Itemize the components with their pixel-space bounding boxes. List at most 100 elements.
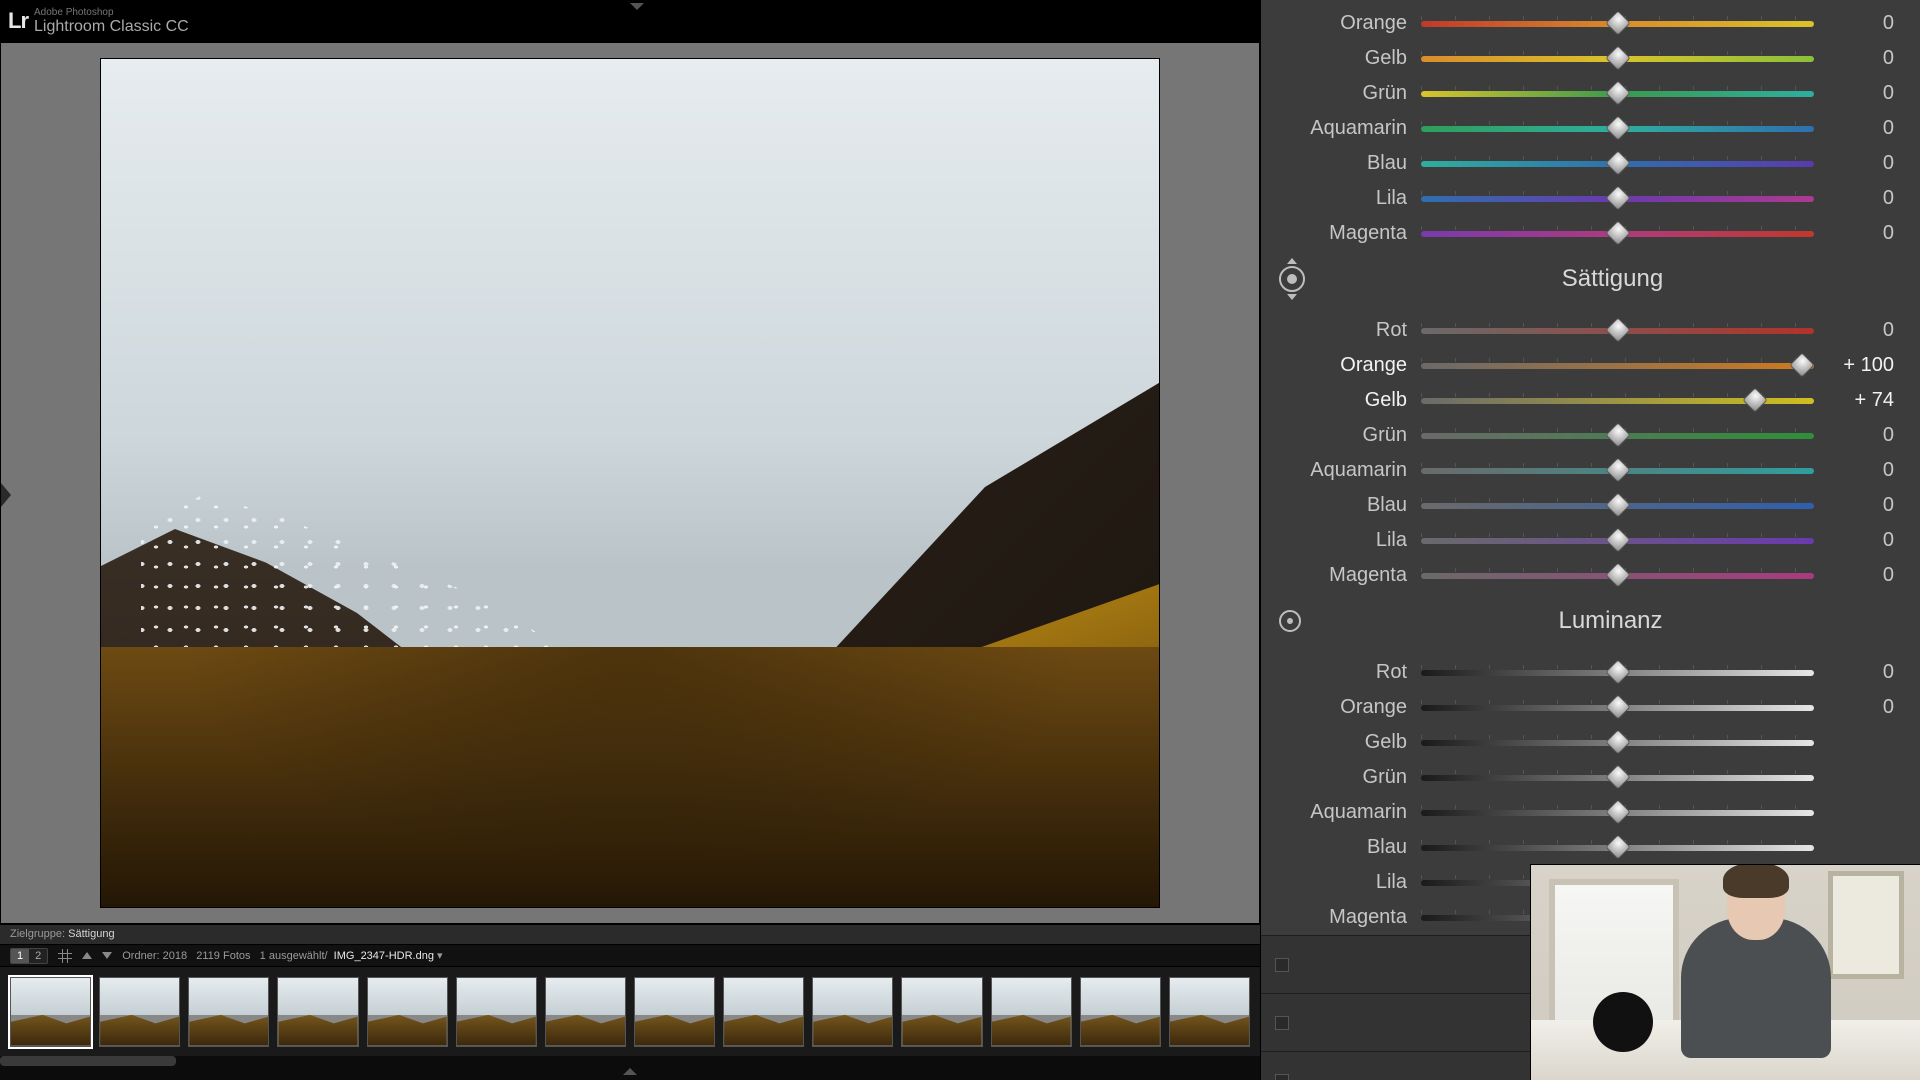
image-canvas[interactable] <box>0 42 1260 924</box>
slider-value[interactable]: 0 <box>1814 494 1894 517</box>
slider-thumb[interactable] <box>1605 422 1630 447</box>
slider-thumb[interactable] <box>1605 799 1630 824</box>
slider-value[interactable]: 0 <box>1814 222 1894 245</box>
slider-value[interactable]: 0 <box>1814 319 1894 342</box>
filmstrip-scrollbar[interactable] <box>0 1056 1260 1066</box>
slider-thumb[interactable] <box>1605 185 1630 210</box>
slider-thumb[interactable] <box>1605 115 1630 140</box>
slider-value[interactable]: 0 <box>1814 529 1894 552</box>
saturation-slider-orange: Orange+ 100 <box>1261 348 1920 383</box>
slider-value[interactable]: 0 <box>1814 661 1894 684</box>
slider-track[interactable] <box>1421 328 1814 334</box>
view-seg-2[interactable]: 2 <box>29 949 47 963</box>
slider-track[interactable] <box>1421 21 1814 27</box>
slider-thumb[interactable] <box>1605 659 1630 684</box>
filmstrip-thumb[interactable] <box>10 977 91 1047</box>
filmstrip-thumb[interactable] <box>1169 977 1250 1047</box>
slider-track[interactable] <box>1421 363 1814 369</box>
filmstrip-thumb[interactable] <box>723 977 804 1047</box>
bottom-panel-collapse-icon[interactable] <box>0 1066 1260 1080</box>
grid-view-icon[interactable] <box>58 949 72 963</box>
filmstrip-thumb[interactable] <box>1080 977 1161 1047</box>
slider-thumb[interactable] <box>1605 562 1630 587</box>
slider-thumb[interactable] <box>1605 729 1630 754</box>
view-seg-1[interactable]: 1 <box>11 949 29 963</box>
slider-thumb[interactable] <box>1605 764 1630 789</box>
slider-thumb[interactable] <box>1605 694 1630 719</box>
view-segment[interactable]: 1 2 <box>10 948 48 964</box>
luminance-slider-blau: Blau <box>1261 830 1920 865</box>
slider-thumb[interactable] <box>1605 80 1630 105</box>
panel-toggle-icon[interactable] <box>1275 1016 1289 1030</box>
slider-value[interactable]: 0 <box>1814 564 1894 587</box>
filmstrip-thumb[interactable] <box>545 977 626 1047</box>
slider-value[interactable]: 0 <box>1814 459 1894 482</box>
targeted-adjustment-icon[interactable] <box>1279 610 1301 632</box>
preview-image[interactable] <box>100 58 1160 908</box>
slider-track[interactable] <box>1421 468 1814 474</box>
slider-value[interactable]: 0 <box>1814 47 1894 70</box>
slider-track[interactable] <box>1421 196 1814 202</box>
filmstrip-thumb[interactable] <box>634 977 715 1047</box>
slider-value[interactable]: 0 <box>1814 117 1894 140</box>
slider-thumb[interactable] <box>1605 10 1630 35</box>
slider-value[interactable]: 0 <box>1814 424 1894 447</box>
slider-track[interactable] <box>1421 538 1814 544</box>
top-panel-collapse-icon[interactable] <box>630 3 644 10</box>
slider-thumb[interactable] <box>1605 45 1630 70</box>
slider-thumb[interactable] <box>1605 150 1630 175</box>
slider-label: Aquamarin <box>1261 801 1421 824</box>
hue-slider-lila: Lila0 <box>1261 181 1920 216</box>
luminance-slider-rot: Rot0 <box>1261 655 1920 690</box>
filmstrip-thumb[interactable] <box>188 977 269 1047</box>
filmstrip-thumb[interactable] <box>277 977 358 1047</box>
breadcrumb[interactable]: Ordner: 2018 2119 Fotos 1 ausgewählt/ IM… <box>122 949 442 962</box>
slider-value[interactable]: 0 <box>1814 12 1894 35</box>
app-vendor: Adobe Photoshop <box>34 7 189 18</box>
slider-thumb[interactable] <box>1605 220 1630 245</box>
slider-track[interactable] <box>1421 503 1814 509</box>
slider-thumb[interactable] <box>1605 834 1630 859</box>
slider-value[interactable]: 0 <box>1814 152 1894 175</box>
slider-track[interactable] <box>1421 810 1814 816</box>
slider-value[interactable]: 0 <box>1814 82 1894 105</box>
left-panel-expand-icon[interactable] <box>1 483 11 507</box>
slider-track[interactable] <box>1421 433 1814 439</box>
slider-value[interactable]: 0 <box>1814 696 1894 719</box>
slider-track[interactable] <box>1421 231 1814 237</box>
filmstrip-thumb[interactable] <box>367 977 448 1047</box>
slider-thumb[interactable] <box>1605 317 1630 342</box>
slider-track[interactable] <box>1421 398 1814 404</box>
slider-track[interactable] <box>1421 56 1814 62</box>
slider-thumb[interactable] <box>1742 387 1767 412</box>
sort-asc-icon[interactable] <box>82 952 92 959</box>
slider-track[interactable] <box>1421 91 1814 97</box>
filmstrip[interactable] <box>0 966 1260 1056</box>
panel-toggle-icon[interactable] <box>1275 958 1289 972</box>
slider-track[interactable] <box>1421 126 1814 132</box>
slider-track[interactable] <box>1421 161 1814 167</box>
slider-value[interactable]: + 100 <box>1814 354 1894 377</box>
sort-desc-icon[interactable] <box>102 952 112 959</box>
slider-track[interactable] <box>1421 740 1814 746</box>
filmstrip-thumb[interactable] <box>901 977 982 1047</box>
slider-track[interactable] <box>1421 845 1814 851</box>
luminance-slider-gelb: Gelb <box>1261 725 1920 760</box>
slider-track[interactable] <box>1421 670 1814 676</box>
slider-thumb[interactable] <box>1605 457 1630 482</box>
slider-thumb[interactable] <box>1605 492 1630 517</box>
targeted-adjustment-icon[interactable] <box>1279 266 1305 292</box>
breadcrumb-caret-icon[interactable]: ▾ <box>437 950 443 962</box>
slider-thumb[interactable] <box>1789 352 1814 377</box>
slider-value[interactable]: 0 <box>1814 187 1894 210</box>
filmstrip-thumb[interactable] <box>812 977 893 1047</box>
slider-thumb[interactable] <box>1605 527 1630 552</box>
filmstrip-thumb[interactable] <box>991 977 1072 1047</box>
panel-toggle-icon[interactable] <box>1275 1074 1289 1080</box>
slider-value[interactable]: + 74 <box>1814 389 1894 412</box>
slider-track[interactable] <box>1421 705 1814 711</box>
filmstrip-thumb[interactable] <box>99 977 180 1047</box>
slider-track[interactable] <box>1421 775 1814 781</box>
filmstrip-thumb[interactable] <box>456 977 537 1047</box>
slider-track[interactable] <box>1421 573 1814 579</box>
